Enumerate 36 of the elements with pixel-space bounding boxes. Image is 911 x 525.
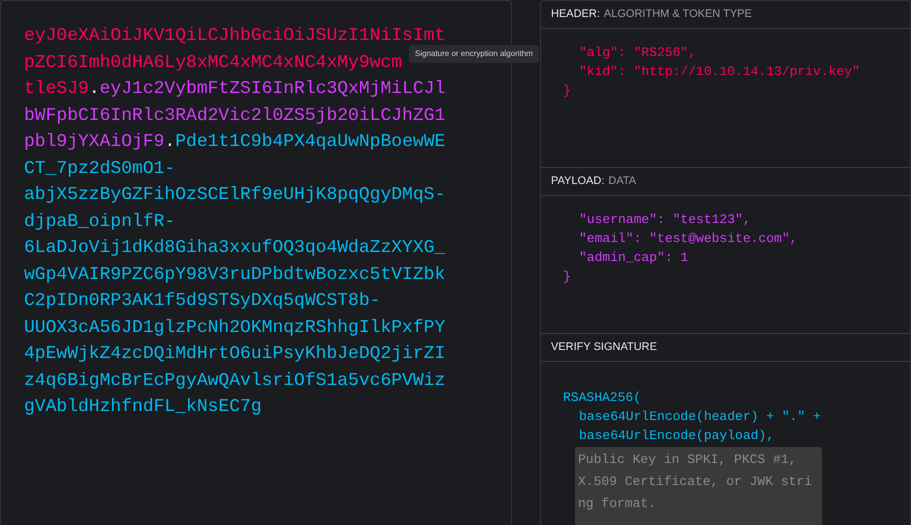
token-signature-text: z4q6BigMcBrEcPgyAwQAvlsriOfS1a5vc6PVWiz: [24, 370, 446, 390]
section-title: VERIFY SIGNATURE: [551, 340, 657, 356]
token-header-text: pZCI6Imh0dHA6Ly8xMC4xMC4xNC4xMy9wcm: [24, 52, 402, 72]
code-line: base64UrlEncode(payload),: [579, 428, 774, 443]
public-key-field[interactable]: Public Key in SPKI, PKCS #1, X.509 Certificate, or JWK string format.: [575, 447, 822, 525]
token-signature-text: djpaB_oipnlfR-: [24, 212, 176, 232]
token-signature-text: abjX5zzByGZFihOzSCElRf9eUHjK8pqQgyDMqS-: [24, 185, 446, 205]
token-signature-text: wGp4VAIR9PZC6pY98V3ruDPbdtwBozxc5tVIZbk: [24, 264, 446, 284]
section-title: HEADER:: [551, 7, 600, 22]
token-header-text: eyJ0eXAiOiJKV1QiLCJhbGciOiJSUzI1NiIsImt: [24, 26, 446, 46]
token-payload-text: pbl9jYXAiOjF9: [24, 132, 164, 152]
token-header-text: tleSJ9: [24, 79, 89, 99]
code-line: "admin_cap": 1: [579, 250, 688, 265]
token-signature-text: CT_7pz2dS0mO1-: [24, 158, 176, 178]
token-signature-text: C2pIDn0RP3AK1f5d9STSyDXq5qWCST8b-: [24, 291, 380, 311]
code-line: "username": "test123",: [579, 212, 751, 227]
code-line: }: [563, 269, 571, 284]
token-signature-text: 4pEwWjkZ4zcDQiMdHrtO6uiPsyKhbJeDQ2jirZI: [24, 344, 446, 364]
token-separator: .: [88, 79, 100, 99]
section-title: PAYLOAD:: [551, 174, 604, 190]
code-line: "alg": "RS256",: [579, 45, 696, 60]
code-line: RSASHA256(: [563, 390, 642, 405]
token-payload-text: bWFpbCI6InRlc3RAd2Vic2l0ZS5jb20iLCJhZG1: [24, 106, 446, 126]
code-line: base64UrlEncode(header) + "." +: [579, 409, 821, 424]
token-signature-text: UUOX3cA56JD1glzPcNh2OKMnqzRShhgIlkPxfPY: [24, 318, 446, 338]
tooltip: Signature or encryption algorithm: [409, 45, 539, 63]
code-line: "email": "test@website.com",: [579, 231, 798, 246]
token-signature-text: Pde1t1C9b4PX4qaUwNpBoewWE: [175, 132, 446, 152]
token-separator: .: [164, 132, 176, 152]
code-line: }: [563, 83, 571, 98]
section-subtitle: DATA: [608, 174, 636, 190]
token-signature-text: 6LaDJoVij1dKd8Giha3xxufOQ3qo4WdaZzXYXG_: [24, 238, 446, 258]
code-line: "kid": "http://10.10.14.13/priv.key": [579, 64, 860, 79]
token-signature-text: gVAbldHzhfndFL_kNsEC7g: [24, 397, 262, 417]
section-subtitle: ALGORITHM & TOKEN TYPE: [604, 7, 752, 22]
token-payload-text: eyJ1c2VybmFtZSI6InRlc3QxMjMiLCJl: [100, 79, 446, 99]
